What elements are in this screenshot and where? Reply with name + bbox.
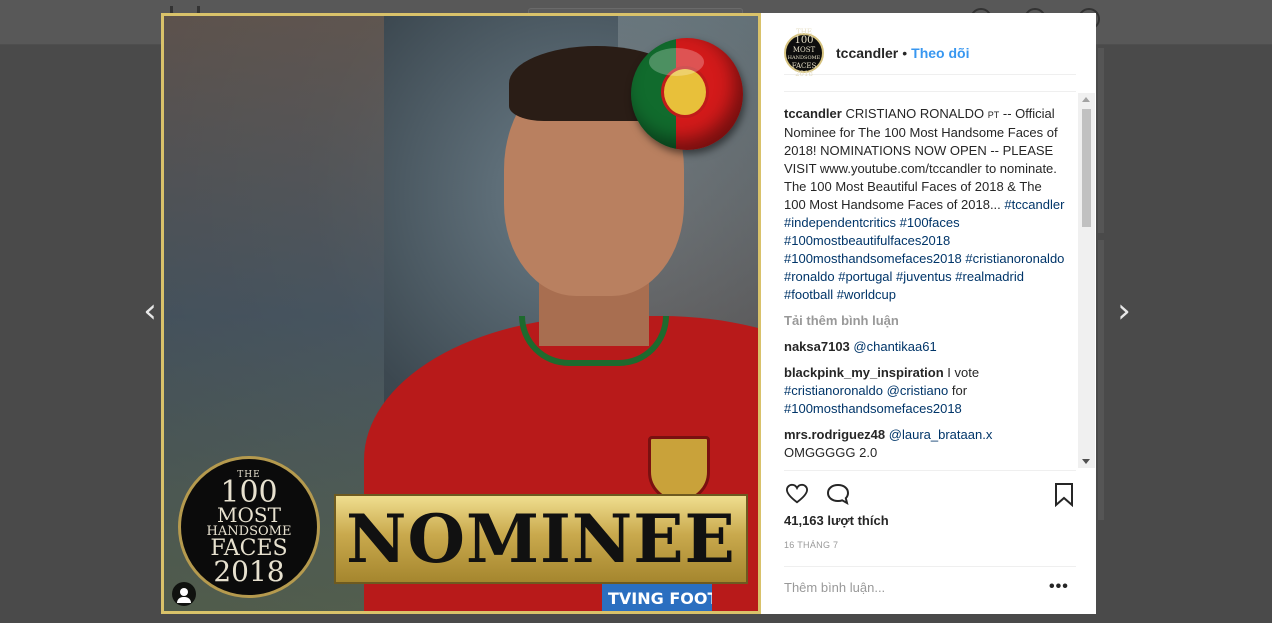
comment-item: mrs.rodriguez48 @laura_brataan.x OMGGGGG… (784, 427, 993, 460)
comment-mention[interactable]: @chantikaa61 (853, 339, 936, 354)
post-header: THE 100 MOST HANDSOME FACES 2018 tccandl… (784, 28, 1076, 78)
portugal-crest-icon (648, 436, 710, 502)
post-sidebar: THE 100 MOST HANDSOME FACES 2018 tccandl… (761, 13, 1096, 614)
background-tile (1098, 240, 1104, 520)
bookmark-save-icon[interactable] (1054, 483, 1074, 507)
next-arrow-icon[interactable]: › (1112, 294, 1136, 328)
scroll-up-arrow-icon[interactable] (1082, 97, 1090, 102)
add-comment-input[interactable] (784, 577, 1014, 597)
avatar[interactable]: THE 100 MOST HANDSOME FACES 2018 (784, 28, 824, 78)
comment-mention[interactable]: @laura_brataan.x (889, 427, 993, 442)
comment-item: blackpink_my_inspiration I vote #cristia… (784, 365, 980, 416)
caption-username[interactable]: tccandler (784, 106, 842, 121)
background-tile (1098, 48, 1104, 233)
comment-item: naksa7103 @chantikaa61 (784, 338, 1066, 356)
comments-list: tccandler CRISTIANO RONALDO PT -- Offici… (784, 105, 1066, 477)
portugal-flag-icon (631, 38, 743, 150)
post-modal: THE 100 MOST HANDSOME FACES 2018 NOMINEE… (161, 13, 1096, 614)
nominee-banner: NOMINEE (334, 494, 748, 584)
previous-arrow-icon[interactable]: ‹ (138, 294, 162, 328)
100-most-handsome-badge: THE 100 MOST HANDSOME FACES 2018 (178, 456, 320, 598)
like-heart-icon[interactable] (786, 483, 808, 505)
follow-button[interactable]: Theo dõi (911, 45, 969, 61)
scroll-thumb[interactable] (1082, 109, 1091, 227)
post-photo: THE 100 MOST HANDSOME FACES 2018 NOMINEE… (161, 13, 761, 614)
caption: tccandler CRISTIANO RONALDO PT -- Offici… (784, 106, 1065, 302)
comment-hashtag[interactable]: #100mosthandsomefaces2018 (784, 401, 962, 416)
likes-count[interactable]: 41,163 lượt thích (784, 513, 889, 528)
comment-username[interactable]: naksa7103 (784, 339, 850, 354)
comment-username[interactable]: blackpink_my_inspiration (784, 365, 944, 380)
username-link[interactable]: tccandler (836, 45, 898, 61)
comment-hashtag[interactable]: #cristianoronaldo (784, 383, 883, 398)
load-more-comments-button[interactable]: Tải thêm bình luận (784, 312, 1066, 330)
more-options-button[interactable]: ••• (1049, 578, 1069, 596)
comment-username[interactable]: mrs.rodriguez48 (784, 427, 885, 442)
tagged-user-icon[interactable] (172, 582, 196, 606)
post-actions (784, 479, 1074, 507)
comments-scrollbar[interactable] (1078, 93, 1095, 468)
captain-armband: TVING FOOTBALL (602, 584, 712, 611)
pt-flag-label: PT (987, 110, 1000, 120)
post-date[interactable]: 16 THÁNG 7 (784, 540, 838, 550)
caption-hashtags[interactable]: #tccandler #independentcritics #100faces… (784, 197, 1064, 302)
comment-bubble-icon[interactable] (826, 483, 850, 505)
scroll-down-arrow-icon[interactable] (1082, 459, 1090, 464)
separator-dot: • (902, 44, 908, 61)
comment-mention[interactable]: @cristiano (887, 383, 949, 398)
